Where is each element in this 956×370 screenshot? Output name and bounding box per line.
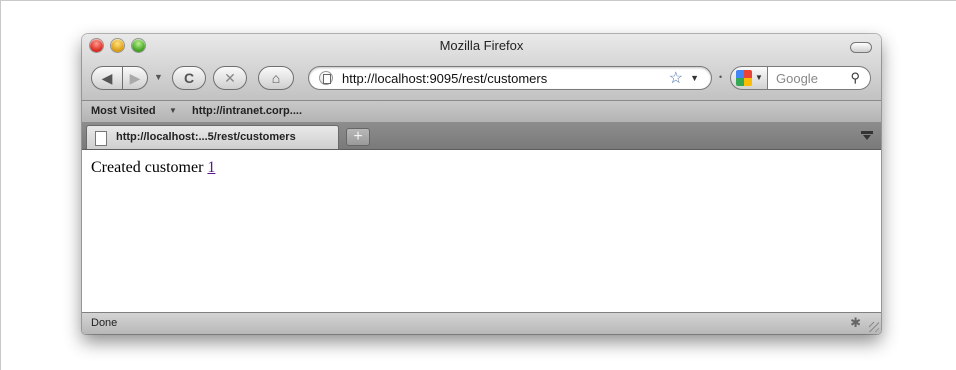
customer-link[interactable]: 1	[207, 159, 215, 176]
home-button[interactable]: ⌂	[258, 66, 294, 90]
chevron-down-icon: ▼	[169, 106, 177, 115]
reload-button[interactable]: C	[172, 66, 206, 90]
window-title: Mozilla Firefox	[439, 38, 524, 53]
page-identity-icon[interactable]	[319, 71, 333, 85]
home-icon: ⌂	[271, 70, 281, 86]
screenshot-border-left	[0, 0, 1, 370]
address-dropdown-icon[interactable]: ▼	[690, 73, 699, 83]
magnifier-icon[interactable]: ⚲	[850, 70, 860, 86]
engine-dropdown-icon: ▼	[755, 73, 763, 82]
screenshot-border-top	[0, 0, 956, 1]
tab-customers[interactable]: http://localhost:...5/rest/customers	[86, 125, 339, 149]
star-icon[interactable]: ☆	[669, 68, 683, 88]
tab-title: http://localhost:...5/rest/customers	[116, 131, 296, 143]
back-button[interactable]: ◀	[91, 66, 123, 90]
resize-grip-icon[interactable]	[869, 322, 879, 332]
bookmark-most-visited[interactable]: Most Visited	[91, 105, 156, 117]
tab-strip: http://localhost:...5/rest/customers +	[82, 122, 881, 150]
bookmark-intranet[interactable]: http://intranet.corp....	[192, 105, 302, 117]
address-text[interactable]: http://localhost:9095/rest/customers	[342, 71, 547, 86]
status-bar: Done ✱	[82, 312, 881, 334]
search-input[interactable]: Google ⚲	[768, 66, 871, 90]
stop-button[interactable]: ✕	[213, 66, 247, 90]
list-all-tabs-icon[interactable]	[861, 129, 873, 141]
created-message-text: Created customer	[91, 159, 208, 176]
back-arrow-icon: ◀	[101, 69, 113, 86]
forward-button[interactable]: ▶	[122, 66, 148, 90]
separator-dot-icon: •	[719, 72, 723, 82]
reload-icon: C	[183, 70, 195, 86]
history-dropdown-icon[interactable]: ▼	[154, 72, 163, 82]
bookmarks-toolbar: Most Visited ▼ http://intranet.corp....	[82, 100, 881, 123]
created-message: Created customer 1	[91, 159, 215, 177]
address-bar[interactable]: http://localhost:9095/rest/customers ☆ ▼	[308, 66, 712, 90]
forward-arrow-icon: ▶	[129, 69, 141, 86]
bug-icon[interactable]: ✱	[850, 315, 861, 331]
toolbar-toggle-button[interactable]	[850, 42, 872, 53]
browser-window: Mozilla Firefox ◀ ▶ ▼ C ✕ ⌂ http://local…	[82, 34, 881, 334]
stop-icon: ✕	[224, 69, 236, 86]
page-icon	[95, 131, 107, 146]
google-logo-icon	[736, 70, 752, 86]
search-placeholder: Google	[776, 71, 818, 86]
page-content: Created customer 1	[82, 150, 881, 312]
status-text: Done	[91, 317, 118, 329]
search-engine-button[interactable]: ▼	[730, 66, 768, 90]
new-tab-button[interactable]: +	[346, 128, 370, 146]
